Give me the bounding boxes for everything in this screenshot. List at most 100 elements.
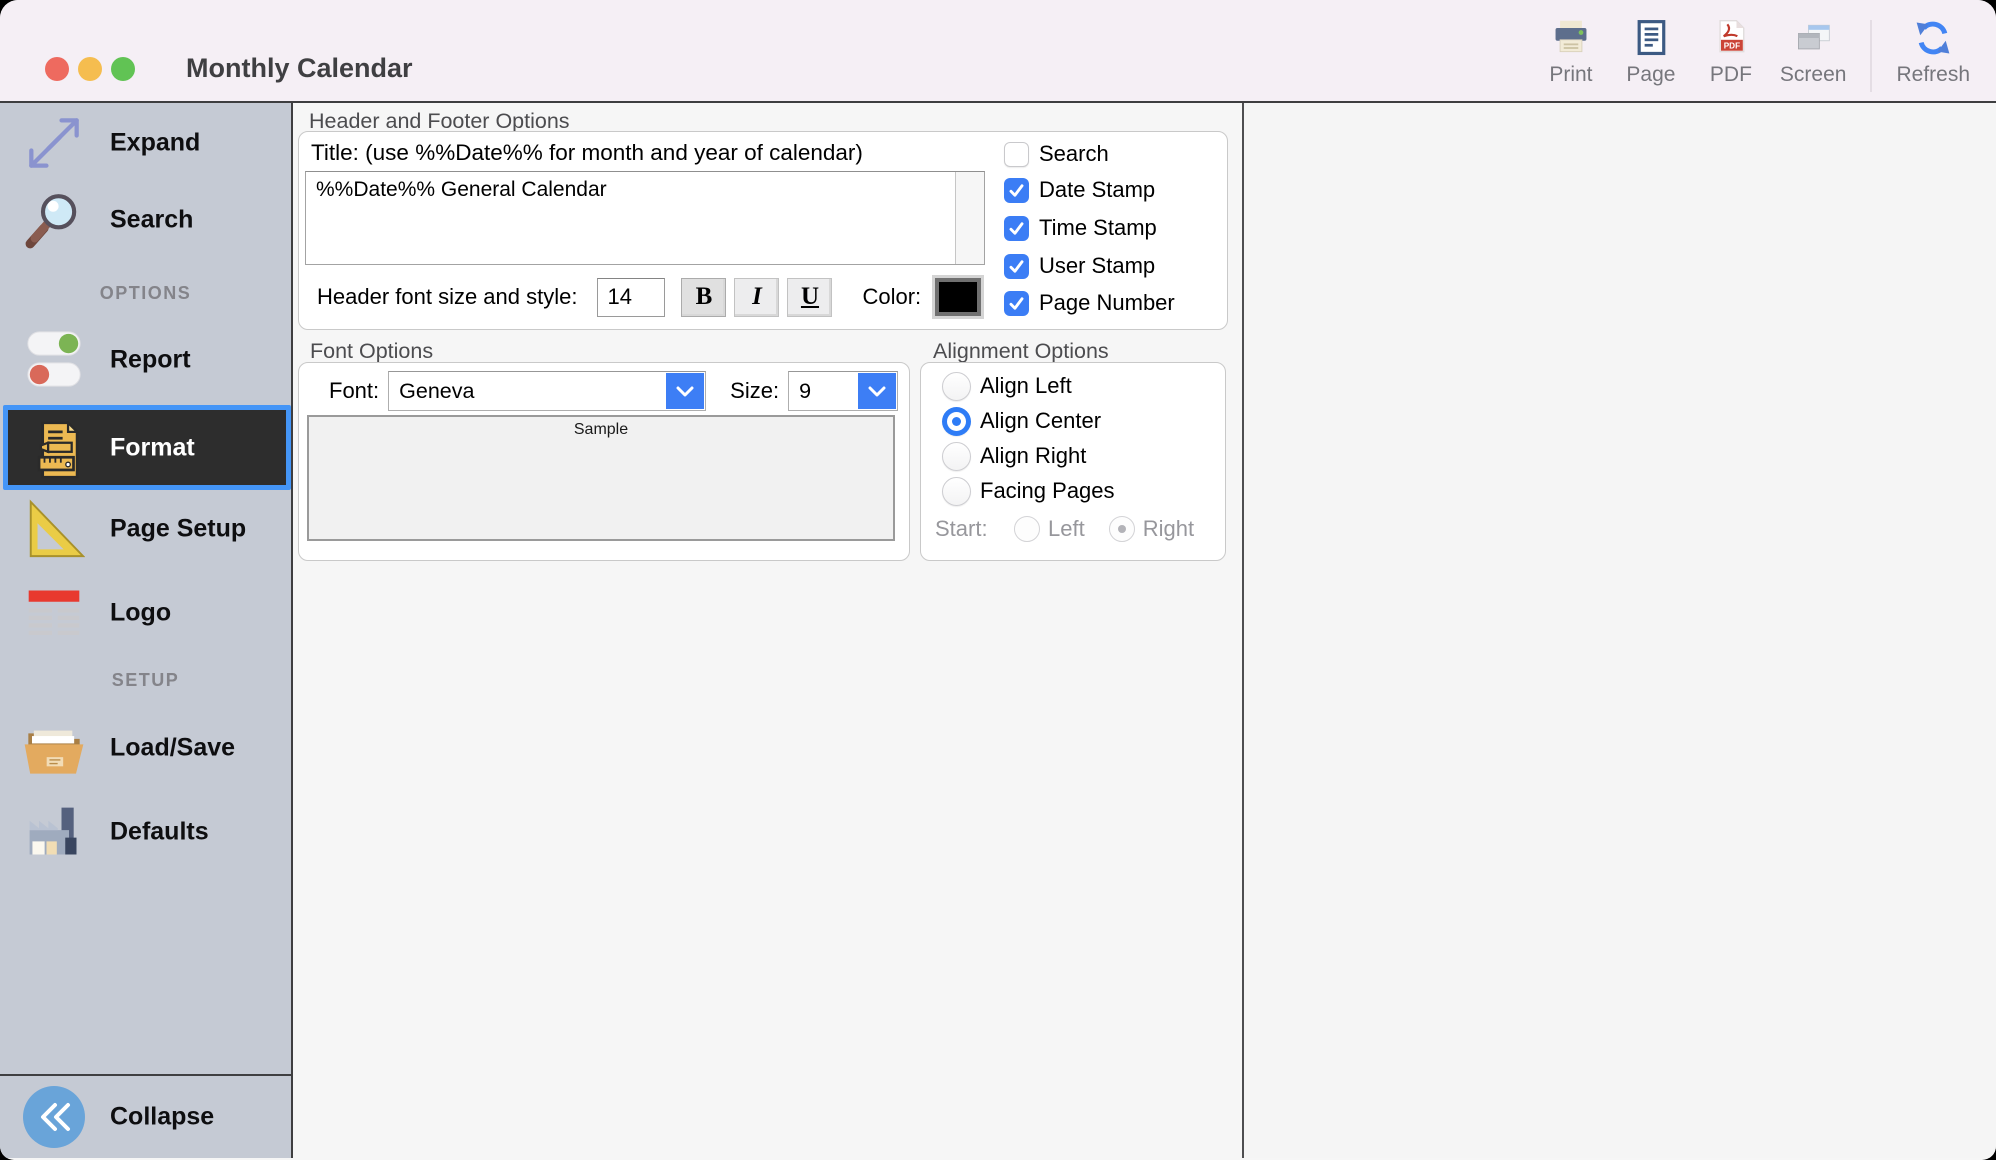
start-option-label: Right <box>1143 516 1194 542</box>
sidebar-item-report[interactable]: Report <box>0 324 291 396</box>
page-number-checkbox-row[interactable]: Page Number <box>1004 289 1175 317</box>
titlebar: Monthly Calendar Print <box>0 0 1996 103</box>
start-option-label: Left <box>1048 516 1085 542</box>
radio-label: Align Right <box>980 443 1086 469</box>
sidebar-item-load-save[interactable]: Load/Save <box>0 712 291 784</box>
preview-panel <box>1244 103 1996 1158</box>
time-stamp-checkbox[interactable] <box>1004 216 1029 241</box>
tool-label: Print <box>1549 63 1592 87</box>
sidebar-item-label: Format <box>110 433 195 462</box>
align-center-radio-row[interactable]: Align Center <box>942 406 1101 436</box>
refresh-button[interactable]: Refresh <box>1896 18 1970 87</box>
start-right-radio[interactable] <box>1109 516 1135 542</box>
align-right-radio-row[interactable]: Align Right <box>942 441 1086 471</box>
underline-button[interactable]: U <box>787 278 832 317</box>
size-label: Size: <box>730 378 779 404</box>
header-font-row: Header font size and style: B I U Color: <box>317 277 981 317</box>
print-button[interactable]: Print <box>1540 18 1602 87</box>
font-options-section-title: Font Options <box>310 339 433 364</box>
search-icon <box>18 184 90 256</box>
font-options-group: Font: Geneva Size: 9 <box>298 362 910 561</box>
sidebar-section-setup: SETUP <box>0 670 291 691</box>
sidebar-item-label: Page Setup <box>110 515 246 544</box>
sidebar-item-label: Defaults <box>110 818 209 847</box>
font-select-value: Geneva <box>389 379 474 404</box>
pdf-icon: PDF <box>1711 18 1751 58</box>
checkbox-label: Time Stamp <box>1039 215 1157 241</box>
italic-button[interactable]: I <box>734 278 779 317</box>
font-select[interactable]: Geneva <box>388 371 706 411</box>
sidebar-item-collapse[interactable]: Collapse <box>0 1081 291 1153</box>
page-button[interactable]: Page <box>1620 18 1682 87</box>
sidebar: Expand Search OPTIONS <box>0 103 293 1158</box>
alignment-options-section-title: Alignment Options <box>933 339 1109 364</box>
format-panel: Header and Footer Options Title: (use %%… <box>293 103 1244 1158</box>
font-sample-text: Sample <box>574 421 628 438</box>
facing-pages-radio[interactable] <box>942 477 971 506</box>
start-left-radio[interactable] <box>1014 516 1040 542</box>
sidebar-item-label: Search <box>110 206 193 235</box>
toolbar-separator <box>1870 20 1872 92</box>
zoom-button[interactable] <box>111 57 135 81</box>
expand-icon <box>18 107 90 179</box>
checkbox-label: Page Number <box>1039 290 1175 316</box>
pdf-button[interactable]: PDF PDF <box>1700 18 1762 87</box>
tool-label: Page <box>1626 63 1675 87</box>
factory-icon <box>18 796 90 868</box>
page-number-checkbox[interactable] <box>1004 291 1029 316</box>
sidebar-item-expand[interactable]: Expand <box>0 107 291 179</box>
chevron-down-icon <box>858 373 896 409</box>
time-stamp-checkbox-row[interactable]: Time Stamp <box>1004 214 1157 242</box>
font-sample-preview: Sample <box>307 415 895 541</box>
user-stamp-checkbox[interactable] <box>1004 254 1029 279</box>
sidebar-item-defaults[interactable]: Defaults <box>0 796 291 868</box>
title-textarea[interactable]: %%Date%% General Calendar <box>305 171 985 265</box>
align-left-radio-row[interactable]: Align Left <box>942 371 1072 401</box>
date-stamp-checkbox-row[interactable]: Date Stamp <box>1004 176 1155 204</box>
search-checkbox-row[interactable]: Search <box>1004 140 1109 168</box>
radio-label: Align Left <box>980 373 1072 399</box>
set-square-icon <box>18 493 90 565</box>
window-title: Monthly Calendar <box>186 53 413 84</box>
align-right-radio[interactable] <box>942 442 971 471</box>
sidebar-item-format[interactable]: Format <box>3 405 291 490</box>
scrollbar[interactable] <box>955 172 984 264</box>
page-icon <box>1631 18 1671 58</box>
header-color-swatch[interactable] <box>935 278 981 316</box>
radio-label: Facing Pages <box>980 478 1115 504</box>
checkbox-label: Date Stamp <box>1039 177 1155 203</box>
collapse-icon <box>18 1081 90 1153</box>
chevron-down-icon <box>666 373 704 409</box>
start-label: Start: <box>935 516 1014 542</box>
facing-start-row: Start: Left Right <box>921 511 1225 547</box>
sidebar-item-search[interactable]: Search <box>0 184 291 256</box>
align-center-radio[interactable] <box>942 407 971 436</box>
tool-label: PDF <box>1710 63 1752 87</box>
sidebar-item-label: Load/Save <box>110 734 235 763</box>
folder-icon <box>18 712 90 784</box>
header-font-size-input[interactable] <box>597 278 665 317</box>
align-left-radio[interactable] <box>942 372 971 401</box>
minimize-button[interactable] <box>78 57 102 81</box>
size-select[interactable]: 9 <box>788 371 898 411</box>
facing-pages-radio-row[interactable]: Facing Pages <box>942 476 1115 506</box>
checkbox-label: Search <box>1039 141 1109 167</box>
date-stamp-checkbox[interactable] <box>1004 178 1029 203</box>
screen-button[interactable]: Screen <box>1780 18 1847 87</box>
screen-icon <box>1793 18 1833 58</box>
sidebar-item-label: Collapse <box>110 1103 214 1132</box>
search-checkbox[interactable] <box>1004 142 1029 167</box>
tool-label: Screen <box>1780 63 1847 87</box>
header-footer-group: Title: (use %%Date%% for month and year … <box>298 131 1228 330</box>
refresh-icon <box>1913 18 1953 58</box>
sidebar-item-page-setup[interactable]: Page Setup <box>0 493 291 565</box>
app-window: Monthly Calendar Print <box>0 0 1996 1160</box>
font-label: Font: <box>329 378 379 404</box>
close-button[interactable] <box>45 57 69 81</box>
title-field-label: Title: (use %%Date%% for month and year … <box>311 140 863 166</box>
bold-button[interactable]: B <box>681 278 726 317</box>
user-stamp-checkbox-row[interactable]: User Stamp <box>1004 252 1155 280</box>
header-font-size-label: Header font size and style: <box>317 284 577 310</box>
sidebar-item-logo[interactable]: Logo <box>0 577 291 649</box>
svg-text:PDF: PDF <box>1724 41 1740 50</box>
